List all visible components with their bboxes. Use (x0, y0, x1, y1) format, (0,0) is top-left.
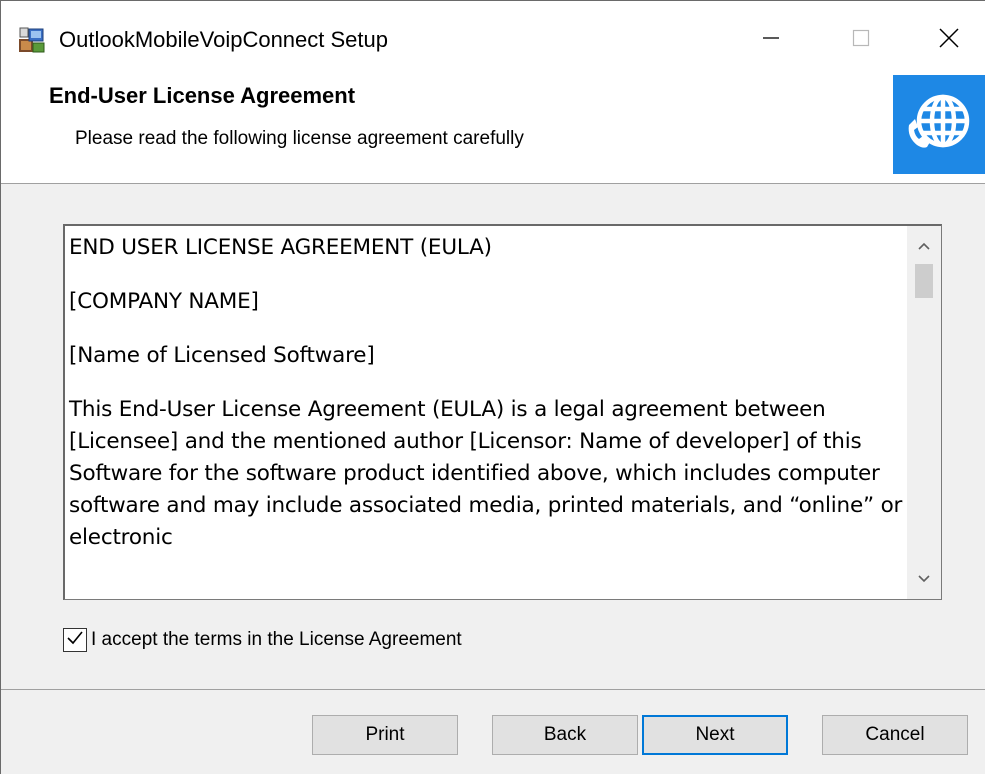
chevron-up-icon (917, 238, 931, 256)
title-bar: OutlookMobileVoipConnect Setup (1, 1, 985, 75)
vertical-scrollbar[interactable] (907, 226, 941, 599)
scroll-thumb[interactable] (915, 264, 933, 298)
next-button[interactable]: Next (642, 715, 788, 755)
accept-terms-label[interactable]: I accept the terms in the License Agreem… (91, 629, 462, 651)
chevron-down-icon (917, 571, 931, 589)
scroll-up-button[interactable] (907, 230, 941, 264)
installer-icon (17, 25, 47, 55)
close-button[interactable] (919, 15, 979, 61)
globe-phone-icon (903, 85, 977, 164)
maximize-icon (851, 28, 871, 48)
print-button[interactable]: Print (312, 715, 458, 755)
footer-divider (1, 689, 985, 690)
product-logo (893, 75, 985, 174)
license-paragraph: This End-User License Agreement (EULA) i… (69, 397, 903, 550)
accept-terms-checkbox[interactable] (63, 628, 87, 652)
scroll-down-button[interactable] (907, 563, 941, 597)
maximize-button[interactable] (831, 15, 891, 61)
minimize-icon (761, 28, 781, 48)
minimize-button[interactable] (741, 15, 801, 61)
cancel-button[interactable]: Cancel (822, 715, 968, 755)
license-paragraph: [Name of Licensed Software] (69, 343, 375, 368)
window-title: OutlookMobileVoipConnect Setup (59, 27, 388, 52)
back-button[interactable]: Back (492, 715, 638, 755)
setup-window: OutlookMobileVoipConnect Setup End-User … (0, 0, 985, 774)
checkmark-icon (66, 629, 84, 652)
accept-terms-row[interactable]: I accept the terms in the License Agreem… (63, 625, 462, 655)
license-text: END USER LICENSE AGREEMENT (EULA) [COMPA… (69, 232, 907, 576)
license-textbox[interactable]: END USER LICENSE AGREEMENT (EULA) [COMPA… (63, 224, 942, 600)
page-title: End-User License Agreement (49, 83, 356, 108)
page-subtitle: Please read the following license agreem… (75, 128, 524, 149)
license-paragraph: [COMPANY NAME] (69, 289, 259, 314)
close-icon (938, 27, 960, 49)
header-banner: End-User License Agreement Please read t… (1, 75, 985, 184)
license-paragraph: END USER LICENSE AGREEMENT (EULA) (69, 235, 492, 260)
